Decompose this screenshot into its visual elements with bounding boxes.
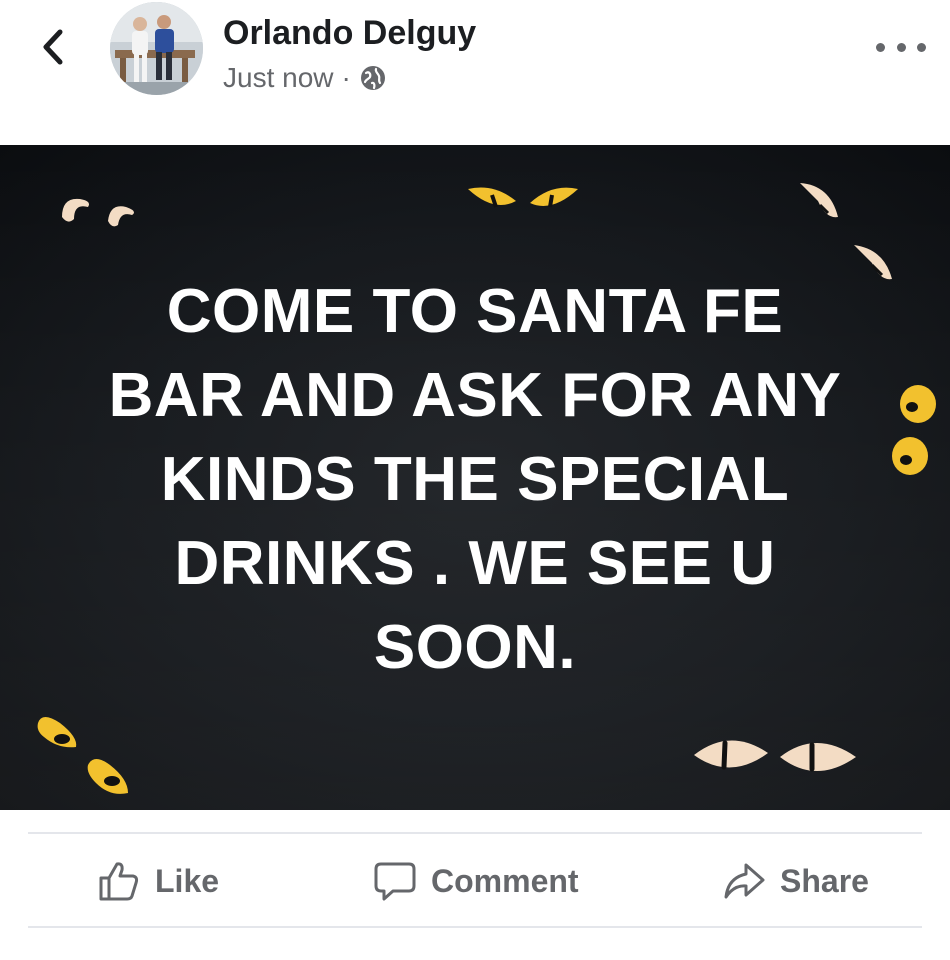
comment-label: Comment	[431, 862, 579, 899]
more-horizontal-icon	[917, 42, 926, 52]
more-horizontal-icon	[896, 42, 906, 52]
post-header: Orlando Delguy Just now ·	[0, 0, 950, 145]
more-options-button[interactable]	[876, 32, 926, 62]
post-timestamp[interactable]: Just now	[223, 62, 334, 94]
like-button[interactable]: Like	[97, 835, 219, 927]
eyes-right	[892, 385, 936, 475]
eyes-top-center	[468, 187, 578, 208]
thumbs-up-icon	[99, 862, 139, 901]
eyes-top-left	[62, 198, 134, 227]
eyes-bottom-left	[37, 717, 128, 794]
share-arrow-icon	[724, 863, 765, 899]
share-button[interactable]: Share	[722, 835, 869, 927]
globe-icon	[360, 66, 385, 90]
chevron-left-icon	[43, 29, 63, 65]
profile-photo	[110, 2, 203, 95]
speech-bubble-icon	[374, 862, 416, 901]
author-name[interactable]: Orlando Delguy	[223, 14, 476, 53]
avatar[interactable]	[110, 2, 203, 95]
share-label: Share	[780, 862, 869, 899]
actions-top-divider	[28, 832, 922, 834]
back-button[interactable]	[30, 22, 80, 72]
post-meta: Just now ·	[223, 62, 387, 94]
post-image[interactable]: COME TO SANTA FE BAR AND ASK FOR ANY KIN…	[0, 145, 950, 810]
more-horizontal-icon	[876, 42, 885, 52]
post-image-text: COME TO SANTA FE BAR AND ASK FOR ANY KIN…	[108, 277, 842, 682]
comment-button[interactable]: Comment	[373, 835, 579, 927]
meta-separator: ·	[341, 62, 351, 93]
actions-bottom-divider	[28, 926, 922, 928]
post-actions-bar: Like Comment Share	[0, 835, 950, 927]
eyes-top-right	[800, 183, 892, 280]
like-label: Like	[155, 862, 220, 899]
eyes-bottom-right	[694, 740, 856, 772]
